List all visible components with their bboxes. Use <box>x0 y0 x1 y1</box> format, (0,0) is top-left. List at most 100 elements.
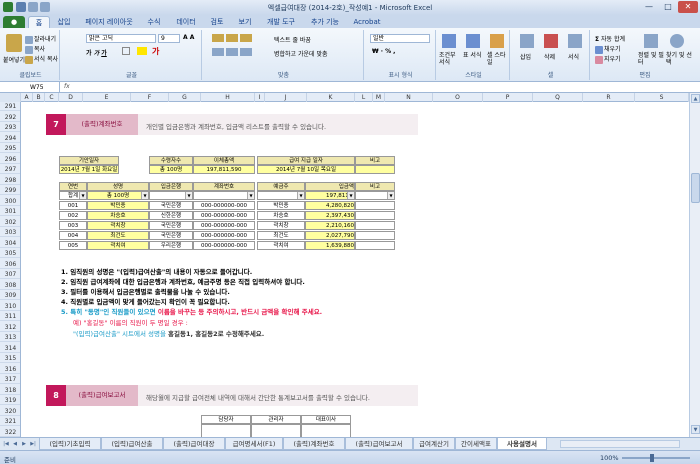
tab-review[interactable]: 검토 <box>206 16 228 28</box>
delete-cells-icon[interactable] <box>544 34 558 48</box>
row-header[interactable]: 299 <box>0 186 20 195</box>
sheet-tab[interactable]: (출력)급여보고서 <box>345 438 413 450</box>
column-header[interactable]: O <box>433 93 483 102</box>
table-row-cell[interactable] <box>355 221 395 230</box>
row-header[interactable]: 318 <box>0 386 20 395</box>
tab-data[interactable]: 데이터 <box>172 16 200 28</box>
tab-home[interactable]: 홈 <box>28 16 50 28</box>
sheet-tab-active[interactable]: 사용설명서 <box>497 438 547 450</box>
table-row-cell[interactable]: 004 <box>59 231 87 240</box>
info-value[interactable]: 2014년 7월 1일 화요일 <box>59 165 119 174</box>
table-row-cell[interactable]: 국민은행 <box>149 231 193 240</box>
column-header[interactable]: H <box>201 93 255 102</box>
table-row-cell[interactable]: 000-000000-000 <box>193 211 255 220</box>
currency-button[interactable]: ₩ · % , <box>372 48 395 55</box>
cell-styles-icon[interactable] <box>490 34 504 48</box>
filter-dropdown-icon[interactable]: ▼ <box>185 192 192 199</box>
row-header[interactable]: 302 <box>0 218 20 227</box>
row-header[interactable]: 300 <box>0 197 20 206</box>
grow-font-button[interactable]: A A <box>183 34 194 41</box>
row-header[interactable]: 292 <box>0 113 20 122</box>
find-select-button[interactable]: 찾기 및 선택 <box>666 52 694 66</box>
fill-color-button[interactable] <box>137 47 147 55</box>
paste-icon[interactable] <box>6 34 22 52</box>
table-row-cell[interactable]: 2,027,790 <box>305 231 355 240</box>
column-header[interactable]: R <box>583 93 635 102</box>
scroll-up-button[interactable]: ▲ <box>691 94 700 103</box>
table-row-cell[interactable]: 신한은행 <box>149 211 193 220</box>
column-header[interactable]: M <box>373 93 385 102</box>
row-header[interactable]: 314 <box>0 344 20 353</box>
table-row-cell[interactable]: 1,639,880 <box>305 241 355 250</box>
table-row-cell[interactable]: 곽치여 <box>257 241 305 250</box>
summary-cell[interactable]: ▼ <box>149 191 193 200</box>
row-header[interactable]: 313 <box>0 333 20 342</box>
row-header[interactable]: 316 <box>0 365 20 374</box>
filter-dropdown-icon[interactable]: ▼ <box>387 192 394 199</box>
sheet-tab[interactable]: (입력)기초입력 <box>39 438 101 450</box>
sort-filter-button[interactable]: 정렬 및 필터 <box>638 52 664 66</box>
info-value[interactable]: 2014년 7월 10일 목요일 <box>257 165 355 174</box>
table-row-cell[interactable]: 차승호 <box>257 211 305 220</box>
fx-icon[interactable]: fx <box>64 83 70 90</box>
column-header[interactable]: S <box>635 93 689 102</box>
tab-acrobat[interactable]: Acrobat <box>350 16 384 28</box>
table-row-cell[interactable]: 000-000000-000 <box>193 241 255 250</box>
close-button[interactable]: ✕ <box>678 1 698 13</box>
wrap-text-button[interactable]: 텍스트 줄 바꿈 <box>274 35 311 44</box>
scroll-thumb[interactable] <box>691 173 700 203</box>
approval-sign-cell[interactable] <box>301 424 351 437</box>
filter-dropdown-icon[interactable]: ▼ <box>141 192 148 199</box>
summary-cell[interactable]: ▼ <box>193 191 255 200</box>
paste-button[interactable]: 붙여넣기 <box>3 55 25 64</box>
cut-button[interactable]: 잘라내기 <box>25 34 56 44</box>
table-row-cell[interactable] <box>355 231 395 240</box>
tab-formulas[interactable]: 수식 <box>143 16 165 28</box>
column-header[interactable]: C <box>45 93 59 102</box>
maximize-button[interactable]: □ <box>659 1 677 13</box>
align-center-icon[interactable] <box>226 48 238 56</box>
column-header[interactable]: L <box>355 93 373 102</box>
sheet-tab[interactable]: 간이세액표 <box>455 438 497 450</box>
sheet-tab[interactable]: 급여명세서(F1) <box>225 438 283 450</box>
delete-cells-button[interactable]: 삭제 <box>544 52 555 61</box>
row-header[interactable]: 307 <box>0 270 20 279</box>
row-header[interactable]: 294 <box>0 134 20 143</box>
clear-button[interactable]: 지우기 <box>595 54 621 64</box>
summary-cell[interactable]: 197,811,5 ▼ <box>305 191 355 200</box>
insert-cells-button[interactable]: 삽입 <box>520 52 531 61</box>
table-row-cell[interactable] <box>355 211 395 220</box>
row-header[interactable]: 322 <box>0 428 20 437</box>
table-row-cell[interactable]: 차승호 <box>87 211 149 220</box>
row-header[interactable]: 305 <box>0 249 20 258</box>
sheet-tab[interactable]: (출력)계좌번호 <box>283 438 345 450</box>
column-header[interactable]: E <box>83 93 131 102</box>
vertical-scrollbar[interactable]: ▲ ▼ <box>689 93 700 437</box>
autosum-button[interactable]: Σ 자동 합계 <box>595 34 625 43</box>
format-cells-button[interactable]: 서식 <box>568 52 579 61</box>
fill-button[interactable]: 채우기 <box>595 44 621 54</box>
align-middle-icon[interactable] <box>226 34 238 42</box>
border-button[interactable] <box>122 47 130 55</box>
row-header[interactable]: 312 <box>0 323 20 332</box>
row-header[interactable]: 295 <box>0 144 20 153</box>
row-header[interactable]: 296 <box>0 155 20 164</box>
format-table-button[interactable]: 표 서식 <box>463 52 485 59</box>
find-select-icon[interactable] <box>670 34 684 48</box>
row-header[interactable]: 310 <box>0 302 20 311</box>
zoom-slider[interactable] <box>622 457 690 459</box>
zoom-slider-knob[interactable] <box>650 454 654 462</box>
row-header[interactable]: 293 <box>0 123 20 132</box>
horizontal-scrollbar[interactable] <box>560 440 680 448</box>
row-header[interactable]: 311 <box>0 312 20 321</box>
sheet-tab[interactable]: (입력)급여산출 <box>101 438 163 450</box>
column-header[interactable]: F <box>131 93 169 102</box>
conditional-format-button[interactable]: 조건부 서식 <box>439 52 461 66</box>
bold-button[interactable]: 가 가 가 <box>86 48 107 57</box>
row-header[interactable]: 298 <box>0 176 20 185</box>
number-format-select[interactable]: 일반 <box>370 34 430 43</box>
row-header[interactable]: 308 <box>0 281 20 290</box>
tab-developer[interactable]: 개발 도구 <box>262 16 300 28</box>
filter-dropdown-icon[interactable]: ▼ <box>297 192 304 199</box>
row-header[interactable]: 317 <box>0 375 20 384</box>
